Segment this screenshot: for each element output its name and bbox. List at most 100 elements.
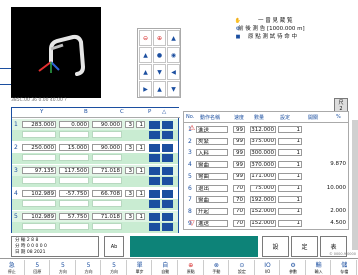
step-cell-p[interactable]: 3 <box>125 190 134 197</box>
program-step-speed[interactable]: 99 <box>233 137 245 145</box>
program-step-qty[interactable]: 75.000 <box>250 184 276 192</box>
table-row[interactable]: 1 283.000 0.000 90.000 3 1 <box>12 119 178 141</box>
program-step-qty[interactable]: 370.000 <box>250 161 276 169</box>
nav-button[interactable]: 急停止 <box>0 260 25 275</box>
step-sub-cell[interactable] <box>59 177 89 184</box>
step-cell-y[interactable]: 283.000 <box>22 121 56 128</box>
arrow-down-icon[interactable]: ▼ <box>167 81 180 97</box>
program-step-name[interactable]: 退出 <box>196 184 228 192</box>
program-step-name[interactable]: 進送 <box>196 126 228 133</box>
step-cell-p[interactable]: 3 <box>125 213 134 220</box>
table-row[interactable]: 3 97.135 117.500 71.018 3 1 <box>12 165 178 187</box>
step-cell-y[interactable]: 102.989 <box>22 213 56 220</box>
program-step-speed[interactable]: 99 <box>233 172 245 180</box>
step-cell-d[interactable]: 1 <box>136 121 145 128</box>
step-cell-b[interactable]: 117.500 <box>59 167 89 174</box>
program-step-setting[interactable]: 1 <box>278 126 302 133</box>
program-step-setting[interactable]: 1 <box>278 219 302 227</box>
step-cell-c[interactable]: 90.000 <box>92 121 122 128</box>
viewport-3d[interactable] <box>11 7 101 98</box>
program-step-setting[interactable]: 1 <box>278 207 302 215</box>
step-cell-d[interactable]: 1 <box>136 213 145 220</box>
eye-icon[interactable]: ◉ <box>167 47 180 63</box>
program-step-speed[interactable]: 99 <box>233 149 245 157</box>
program-step-name[interactable]: 入料 <box>196 149 228 157</box>
square-icon[interactable]: ■ <box>234 33 242 40</box>
table-row[interactable]: 8 升起 70 152.000 1 2.000 <box>184 206 348 217</box>
step-cell-b[interactable]: -57.750 <box>59 190 89 197</box>
step-sub-cell[interactable] <box>22 177 56 184</box>
nav-button[interactable]: 自自動 <box>153 260 178 275</box>
table-row[interactable]: 9 進送 70 152.000 1 4.500 <box>184 218 348 229</box>
right-mid-button[interactable]: 設 <box>262 236 289 257</box>
plus-circle-icon[interactable]: ⊕ <box>153 30 166 46</box>
program-step-qty[interactable]: 152.000 <box>250 219 276 227</box>
step-sub-cell[interactable] <box>22 131 56 138</box>
step-cell-p[interactable]: 3 <box>125 167 134 174</box>
nav-button[interactable]: ⚙ 參數 <box>281 260 306 275</box>
program-step-qty[interactable]: 171.000 <box>250 172 276 180</box>
settings-icon[interactable]: ⚙ <box>234 25 242 32</box>
step-sub-cell[interactable] <box>59 154 89 161</box>
step-cell-d[interactable]: 1 <box>136 167 145 174</box>
step-cell-d[interactable]: 1 <box>136 144 145 151</box>
step-cell-c[interactable]: 71.018 <box>92 167 122 174</box>
step-sub-cell[interactable] <box>59 200 89 207</box>
step-cell-p[interactable]: 3 <box>125 144 134 151</box>
nav-button[interactable]: ⊙ 設定 <box>230 260 255 275</box>
step-sub-cell[interactable] <box>59 131 89 138</box>
table-row[interactable]: 3 入料 99 300.000 1 <box>184 147 348 158</box>
step-sub-cell[interactable] <box>92 177 122 184</box>
step-cell-y[interactable]: 250.000 <box>22 144 56 151</box>
table-row[interactable]: 2 250.000 15.000 90.000 3 1 <box>12 142 178 164</box>
step-sub-cell[interactable] <box>92 131 122 138</box>
program-step-speed[interactable]: 70 <box>233 196 245 204</box>
step-sub-cell[interactable] <box>22 154 56 161</box>
arrow-right-icon[interactable]: ▶ <box>139 81 152 97</box>
table-row[interactable]: 4 彎曲 99 370.000 1 9.870 <box>184 159 348 170</box>
step-sub-cell[interactable] <box>22 200 56 207</box>
table-row[interactable]: 6 退出 70 75.000 1 10.000 <box>184 183 348 194</box>
program-step-setting[interactable]: 1 <box>278 161 302 169</box>
step-sub-cell[interactable] <box>92 223 122 230</box>
step-sub-cell[interactable] <box>92 200 122 207</box>
program-step-name[interactable]: 彎曲 <box>196 161 228 169</box>
table-row[interactable]: 1 進送 99 312.000 1 <box>184 124 348 135</box>
hand-icon[interactable]: ✋ <box>234 17 242 24</box>
step-cell-d[interactable]: 1 <box>136 190 145 197</box>
nav-button[interactable]: 單單步 <box>128 260 153 275</box>
program-step-setting[interactable]: 1 <box>278 196 302 204</box>
table-row[interactable]: 7 彎曲 70 192.000 1 <box>184 194 348 205</box>
program-step-qty[interactable]: 312.000 <box>250 126 276 133</box>
arrow-up-icon[interactable]: ▲ <box>139 64 152 80</box>
step-cell-c[interactable]: 90.000 <box>92 144 122 151</box>
program-step-name[interactable]: 升起 <box>196 207 228 215</box>
step-sub-cell[interactable] <box>59 223 89 230</box>
program-step-qty[interactable]: 152.000 <box>250 207 276 215</box>
program-step-speed[interactable]: 70 <box>233 207 245 215</box>
program-step-speed[interactable]: 70 <box>233 219 245 227</box>
step-sub-cell[interactable] <box>92 154 122 161</box>
table-row[interactable]: 5 102.989 57.750 71.018 3 1 <box>12 211 178 233</box>
program-step-speed[interactable]: 99 <box>233 161 245 169</box>
circle-icon[interactable]: ● <box>153 47 166 63</box>
program-step-setting[interactable]: 1 <box>278 137 302 145</box>
nav-button[interactable]: 5 回原 <box>26 260 51 275</box>
nav-button[interactable]: 5 方向 <box>102 260 127 275</box>
step-cell-y[interactable]: 102.989 <box>22 190 56 197</box>
program-step-name[interactable]: 進送 <box>196 219 228 227</box>
program-step-qty[interactable]: 300.000 <box>250 149 276 157</box>
program-step-setting[interactable]: 1 <box>278 172 302 180</box>
program-step-qty[interactable]: 192.000 <box>250 196 276 204</box>
nav-button[interactable]: ⊗ 手動 <box>205 260 230 275</box>
program-step-setting[interactable]: 1 <box>278 184 302 192</box>
program-step-name[interactable]: 夾緊 <box>196 137 228 145</box>
nav-button[interactable]: 5 方向 <box>51 260 76 275</box>
nav-button[interactable]: IO I/O <box>256 260 281 275</box>
nav-button[interactable]: 5 方向 <box>77 260 102 275</box>
arrow-up-icon[interactable]: ▲ <box>153 81 166 97</box>
step-cell-c[interactable]: 71.018 <box>92 213 122 220</box>
nav-button[interactable]: ⊕ 原點 <box>179 260 204 275</box>
arrow-left-icon[interactable]: ◀ <box>167 64 180 80</box>
nav-button[interactable]: 儲存檔 <box>332 260 357 275</box>
